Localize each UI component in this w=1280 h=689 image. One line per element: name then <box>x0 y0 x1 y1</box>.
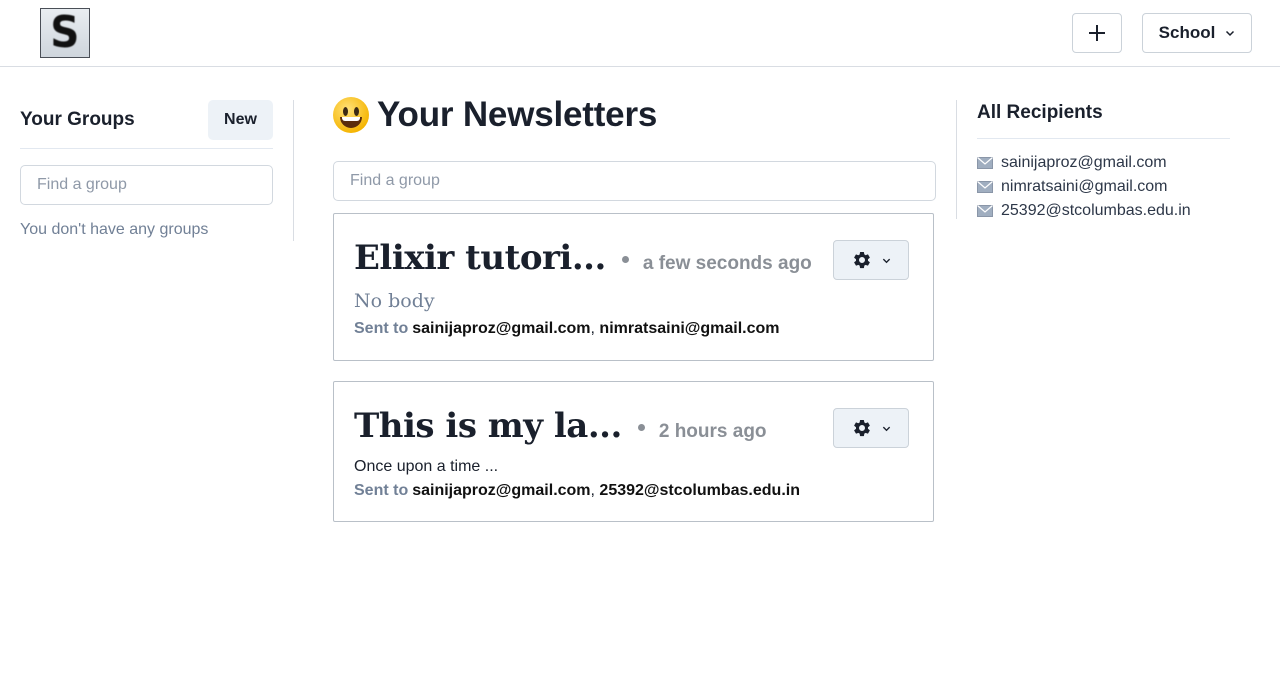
recipient-item: sainijaproz@gmail.com <box>977 151 1230 175</box>
add-newsletter-button[interactable] <box>1072 13 1122 53</box>
recipient-email: nimratsaini@gmail.com <box>599 320 780 337</box>
newsletter-title-row: Elixir tutori... a few seconds ago <box>354 238 812 278</box>
groups-sidebar: Your Groups New You don't have any group… <box>20 100 273 239</box>
newsletter-card[interactable]: Elixir tutori... a few seconds ago No bo… <box>333 213 934 361</box>
newsletter-card[interactable]: This is my la... 2 hours ago Once upon a… <box>333 381 934 522</box>
newsletter-settings-button[interactable] <box>833 240 909 280</box>
recipients-title: All Recipients <box>977 102 1103 123</box>
sent-to-label: Sent to <box>354 482 409 499</box>
gear-icon <box>853 251 870 269</box>
app-logo[interactable]: S <box>40 8 90 58</box>
newsletter-title-row: This is my la... 2 hours ago <box>354 406 767 446</box>
separator-dot <box>637 424 645 431</box>
separator-dot <box>621 256 629 263</box>
newsletter-timestamp: a few seconds ago <box>642 253 812 274</box>
envelope-icon <box>977 157 993 169</box>
grinning-face-icon <box>333 97 369 133</box>
recipient-email: sainijaproz@gmail.com <box>412 482 591 499</box>
chevron-down-icon <box>882 258 890 263</box>
envelope-icon <box>977 205 993 217</box>
recipient-item: nimratsaini@gmail.com <box>977 175 1230 199</box>
recipient-email: sainijaproz@gmail.com <box>1001 154 1167 171</box>
chevron-down-icon <box>882 426 890 431</box>
newsletter-recipients: Sent to sainijaproz@gmail.com, nimratsain… <box>354 320 780 337</box>
newsletter-recipients: Sent to sainijaproz@gmail.com, 25392@stco… <box>354 482 800 499</box>
new-group-button[interactable]: New <box>208 100 273 140</box>
newsletter-title[interactable]: Elixir tutori... <box>354 238 606 278</box>
top-navigation-bar: S School <box>0 0 1280 67</box>
plus-icon <box>1089 25 1105 41</box>
recipient-email: 25392@stcolumbas.edu.in <box>599 482 800 499</box>
left-column-divider <box>293 100 294 241</box>
recipient-item: 25392@stcolumbas.edu.in <box>977 199 1230 223</box>
right-column-divider <box>956 100 957 219</box>
newsletter-settings-button[interactable] <box>833 408 909 448</box>
recipient-email: sainijaproz@gmail.com <box>412 320 591 337</box>
recipients-list: sainijaproz@gmail.com nimratsaini@gmail.… <box>977 151 1230 223</box>
chevron-down-icon <box>1226 30 1235 37</box>
recipient-email: nimratsaini@gmail.com <box>1001 178 1168 195</box>
gear-icon <box>853 419 870 437</box>
groups-title: Your Groups <box>20 109 135 130</box>
page-title: Your Newsletters <box>333 95 936 135</box>
recipients-sidebar: All Recipients sainijaproz@gmail.com nim… <box>977 102 1230 223</box>
workspace-dropdown-button[interactable]: School <box>1142 13 1252 53</box>
sent-to-label: Sent to <box>354 320 409 337</box>
envelope-icon <box>977 181 993 193</box>
newsletters-panel: Your Newsletters Elixir tutori... a few … <box>333 95 936 522</box>
newsletter-timestamp: 2 hours ago <box>658 421 767 442</box>
groups-header: Your Groups New <box>20 100 273 140</box>
workspace-label: School <box>1158 23 1216 42</box>
newsletter-body-preview: No body <box>354 290 435 312</box>
groups-divider <box>20 148 273 149</box>
page-title-text: Your Newsletters <box>377 95 658 134</box>
newsletter-title[interactable]: This is my la... <box>354 406 622 446</box>
newsletter-search-input[interactable] <box>333 161 936 201</box>
empty-groups-message: You don't have any groups <box>20 221 209 238</box>
newsletter-body-preview: Once upon a time ... <box>354 458 499 475</box>
group-search-input[interactable] <box>20 165 273 205</box>
recipient-email: 25392@stcolumbas.edu.in <box>1001 202 1191 219</box>
recipients-divider <box>977 138 1230 139</box>
logo-letter: S <box>50 8 80 58</box>
